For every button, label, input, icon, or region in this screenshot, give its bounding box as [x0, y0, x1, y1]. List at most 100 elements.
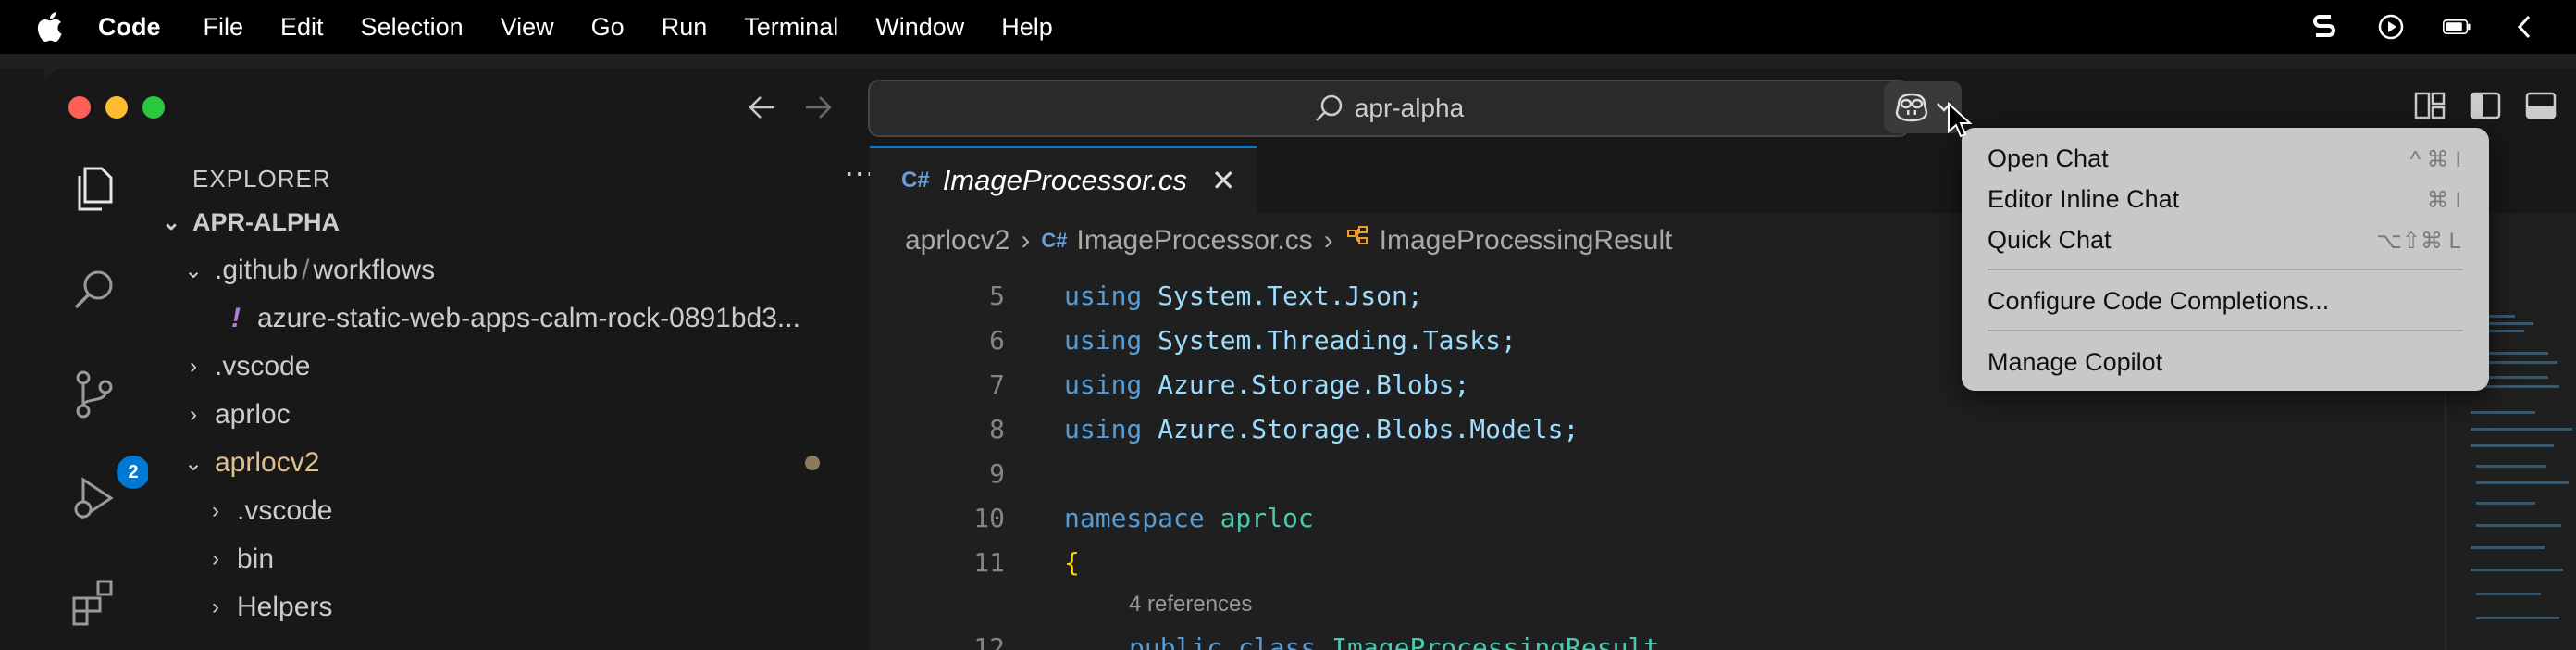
explorer-title: EXPLORER [192, 165, 331, 193]
close-window-button[interactable] [68, 96, 91, 119]
tree-folder-aprloc[interactable]: › aprloc [148, 391, 870, 439]
menu-item-editor-inline-chat[interactable]: Editor Inline Chat [1988, 185, 2179, 214]
menu-edit[interactable]: Edit [280, 13, 324, 42]
chevron-right-icon: › [212, 546, 219, 571]
copilot-icon [1895, 93, 1928, 122]
copilot-dropdown-menu: Open Chat ^ ⌘ I Editor Inline Chat ⌘ I Q… [1962, 128, 2489, 391]
tree-root-folder[interactable]: ⌄ APR-ALPHA [148, 198, 870, 246]
menu-go[interactable]: Go [591, 13, 625, 42]
code-line: 9 [870, 454, 2443, 493]
extensions-icon[interactable] [67, 574, 122, 630]
sync-status-icon[interactable] [2310, 12, 2339, 42]
chevron-left-icon[interactable] [2509, 12, 2539, 42]
menu-window[interactable]: Window [875, 13, 964, 42]
breadcrumb: aprlocv2 › C# ImageProcessor.cs › ImageP… [905, 220, 1672, 261]
line-number: 5 [989, 280, 1005, 311]
tree-folder-v2-vscode[interactable]: › .vscode [148, 487, 870, 535]
search-activity-icon[interactable] [67, 263, 122, 319]
shortcut-inline-chat: ⌘ I [2426, 188, 2461, 213]
code-text: aprloc [1220, 502, 1314, 533]
menu-view[interactable]: View [501, 13, 554, 42]
command-center-search[interactable]: apr-alpha [868, 80, 1910, 137]
app-menu[interactable]: Code [98, 13, 161, 42]
line-number: 9 [989, 457, 1005, 489]
folder-label: .github [215, 255, 299, 285]
source-control-icon[interactable]: 2 [67, 367, 150, 489]
code-text: System.Threading.Tasks; [1158, 324, 1517, 356]
chevron-right-icon: › [190, 402, 197, 427]
explorer-icon[interactable] [67, 159, 122, 215]
search-icon [1315, 94, 1343, 121]
codelens-row: 4 references [870, 585, 2443, 624]
root-folder-label: APR-ALPHA [192, 207, 340, 236]
tree-folder-github[interactable]: ⌄ .github / workflows [148, 246, 870, 294]
menu-terminal[interactable]: Terminal [744, 13, 838, 42]
chevron-down-icon: ⌄ [183, 257, 204, 283]
class-icon [1344, 225, 1370, 256]
menu-item-manage-copilot[interactable]: Manage Copilot [1988, 348, 2162, 377]
toggle-primary-sidebar-icon[interactable] [2467, 87, 2504, 124]
code-line: 10 namespace aprloc [870, 498, 2443, 537]
maximize-window-button[interactable] [142, 96, 165, 119]
menu-item-configure-completions[interactable]: Configure Code Completions... [1988, 287, 2329, 316]
folder-label: workflows [313, 255, 436, 285]
code-text: Azure.Storage.Blobs; [1158, 369, 1470, 400]
modified-indicator [805, 456, 820, 470]
run-debug-icon[interactable] [67, 470, 122, 526]
breadcrumb-file[interactable]: ImageProcessor.cs [1077, 225, 1313, 256]
tab-label: ImageProcessor.cs [942, 164, 1187, 196]
code-line: 11 { [870, 543, 2443, 581]
chevron-right-icon: › [190, 354, 197, 379]
keyword: using [1064, 369, 1143, 400]
apple-logo-icon[interactable] [35, 11, 63, 43]
background-window [0, 69, 44, 650]
tree-file-workflow[interactable]: ! azure-static-web-apps-calm-rock-0891bd… [148, 294, 870, 343]
mouse-pointer-icon [1948, 102, 1973, 138]
tree-folder-helpers[interactable]: › Helpers [148, 583, 870, 631]
menu-selection[interactable]: Selection [361, 13, 464, 42]
forward-arrow-icon[interactable] [799, 89, 836, 126]
tree-folder-bin[interactable]: › bin [148, 535, 870, 583]
chevron-right-icon: › [212, 498, 219, 523]
folder-label: aprloc [215, 399, 291, 430]
menu-divider [1988, 269, 2463, 270]
activity-bar: 2 [44, 146, 150, 650]
menu-run[interactable]: Run [662, 13, 708, 42]
battery-icon[interactable] [2443, 12, 2472, 42]
breadcrumb-symbol[interactable]: ImageProcessingResult [1380, 225, 1673, 256]
toggle-panel-icon[interactable] [2522, 87, 2559, 124]
breadcrumb-folder[interactable]: aprlocv2 [905, 225, 1009, 256]
keyword: using [1064, 280, 1143, 311]
close-tab-icon[interactable]: ✕ [1211, 163, 1236, 198]
tree-folder-vscode[interactable]: › .vscode [148, 343, 870, 391]
folder-label: Helpers [237, 592, 333, 622]
code-line: 8 using Azure.Storage.Blobs.Models; [870, 409, 2443, 448]
menu-divider [1988, 330, 2463, 331]
shortcut-quick-chat: ⌥⇧⌘ L [2376, 229, 2461, 254]
play-circle-icon[interactable] [2376, 12, 2406, 42]
menu-item-quick-chat[interactable]: Quick Chat [1988, 226, 2112, 255]
macos-menu-bar: Code File Edit Selection View Go Run Ter… [0, 0, 2576, 54]
chevron-down-icon: ⌄ [183, 450, 204, 476]
back-arrow-icon[interactable] [744, 89, 781, 126]
keyword: namespace [1064, 502, 1205, 533]
yaml-file-icon: ! [231, 303, 241, 333]
tab-imageprocessor[interactable]: C# ImageProcessor.cs ✕ [870, 146, 1257, 213]
folder-label: bin [237, 544, 275, 574]
path-separator: / [302, 255, 310, 285]
codelens-references[interactable]: 4 references [1129, 592, 1252, 618]
code-text: { [1064, 546, 1080, 578]
customize-layout-icon[interactable] [2411, 87, 2448, 124]
minimize-window-button[interactable] [105, 96, 128, 119]
line-number: 8 [989, 413, 1005, 444]
csharp-file-icon: C# [1041, 229, 1068, 252]
keyword: using [1064, 324, 1143, 356]
menu-file[interactable]: File [204, 13, 244, 42]
menu-help[interactable]: Help [1001, 13, 1053, 42]
menu-item-open-chat[interactable]: Open Chat [1988, 144, 2109, 173]
chevron-down-icon: ⌄ [161, 209, 181, 235]
folder-label: .vscode [237, 495, 333, 526]
type-name: ImageProcessingResult [1331, 631, 1660, 650]
tree-folder-aprlocv2[interactable]: ⌄ aprlocv2 [148, 439, 870, 487]
line-number: 11 [973, 546, 1005, 578]
